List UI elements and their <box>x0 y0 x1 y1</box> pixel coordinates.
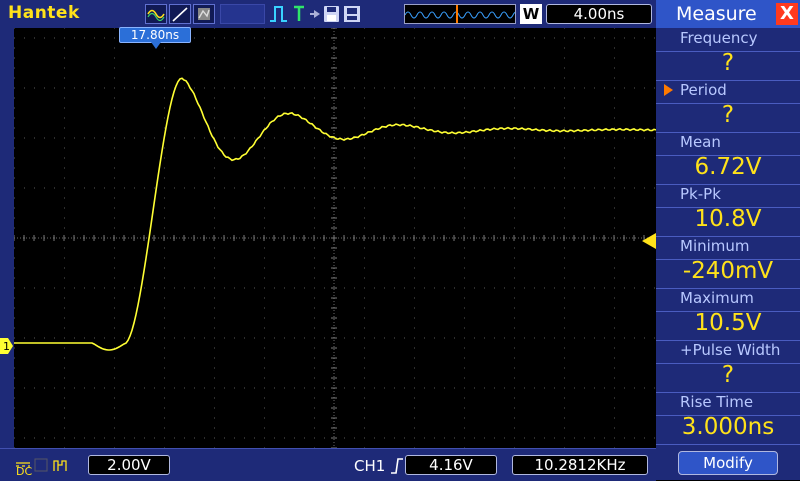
selection-arrow-icon <box>664 84 673 96</box>
status-slot <box>220 4 265 24</box>
probe-icon <box>53 460 67 471</box>
brand-logo: Hantek <box>8 3 80 23</box>
measure-separator <box>656 103 800 104</box>
save-icon <box>324 6 339 22</box>
dc-coupling-label: DC <box>16 465 32 477</box>
print-icon <box>344 6 360 22</box>
waveform-display[interactable] <box>13 27 657 449</box>
measure-value: 6.72V <box>694 154 762 180</box>
measure-separator <box>656 155 800 156</box>
sine-wave-icon[interactable] <box>145 4 167 24</box>
window-badge[interactable]: W <box>520 4 542 24</box>
measure-value: ? <box>721 50 735 76</box>
ch1-trace <box>14 77 657 351</box>
persistence-icon[interactable] <box>193 4 215 24</box>
measure-label[interactable]: Maximum <box>680 289 798 307</box>
ch1-marker-label: 1 <box>3 340 10 353</box>
ramp-wave-icon[interactable] <box>169 4 191 24</box>
measure-separator <box>656 259 800 260</box>
close-button[interactable]: X <box>776 3 798 25</box>
channel-gutter: 1 <box>0 28 14 448</box>
measure-label[interactable]: Minimum <box>680 237 798 255</box>
measure-panel: Measure X Frequency? Period? Mean 6.72V Pk-P… <box>656 0 800 480</box>
trigger-position-arrow <box>151 42 161 49</box>
measure-separator <box>656 311 800 312</box>
measure-label[interactable]: Pk-Pk <box>680 185 798 203</box>
measure-value: -240mV <box>682 258 774 284</box>
graticule <box>13 27 657 449</box>
waveform-icons <box>145 4 217 24</box>
measure-label[interactable]: Period <box>680 81 798 99</box>
measure-value: 10.5V <box>694 310 762 336</box>
measure-label[interactable]: +Pulse Width <box>680 341 798 359</box>
pulse-icon <box>270 6 287 22</box>
measure-label[interactable]: Rise Time <box>680 393 798 411</box>
trigger-level[interactable]: 4.16V <box>405 455 497 475</box>
arrow-icon <box>310 10 320 18</box>
measure-label[interactable]: Mean <box>680 133 798 151</box>
measure-separator <box>656 207 800 208</box>
measure-value: ? <box>721 362 735 388</box>
memory-position-indicator[interactable] <box>404 4 516 24</box>
measure-label[interactable]: Frequency <box>680 29 798 47</box>
trigger-t-icon <box>294 5 304 21</box>
rising-edge-icon <box>391 458 403 474</box>
trigger-source: CH1 <box>354 457 386 475</box>
modify-button[interactable]: Modify <box>678 451 778 475</box>
measure-value: 10.8V <box>694 206 762 232</box>
bottom-status-bar: DC 2.00V CH1 4.16V 10.2812KHz <box>0 448 656 481</box>
top-toolbar: Hantek W 4.00ns <box>0 0 656 29</box>
measure-value: 3.000ns <box>681 414 775 440</box>
measure-separator <box>656 363 800 364</box>
measure-separator <box>656 51 800 52</box>
run-icons <box>268 4 378 24</box>
measure-separator <box>656 444 800 445</box>
volts-per-div[interactable]: 2.00V <box>88 455 170 475</box>
measure-value: ? <box>721 102 735 128</box>
frequency-counter: 10.2812KHz <box>512 455 648 475</box>
trigger-level-marker[interactable] <box>642 233 656 249</box>
coupling-icons[interactable]: DC <box>14 455 84 477</box>
bw-limit-icon <box>34 458 48 472</box>
measure-separator <box>656 415 800 416</box>
timebase-display[interactable]: 4.00ns <box>546 4 652 24</box>
trigger-position-marker[interactable]: 17.80ns <box>119 27 191 43</box>
